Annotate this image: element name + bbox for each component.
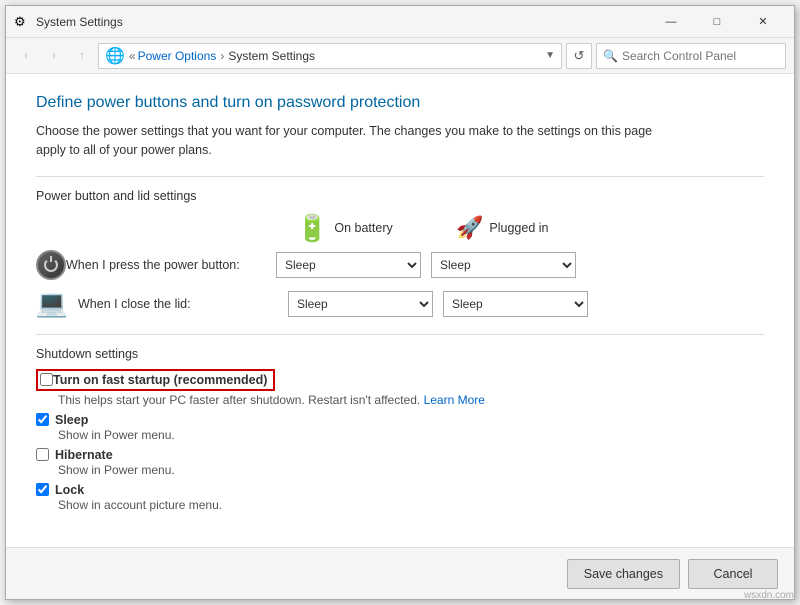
breadcrumb-separator: › — [220, 49, 224, 63]
power-button-battery-select[interactable]: Do nothing Sleep Hibernate Shut down — [276, 252, 421, 278]
breadcrumb-globe-icon: 🌐 — [105, 46, 125, 66]
sleep-description: Show in Power menu. — [58, 428, 764, 442]
power-button-plugged-select[interactable]: Do nothing Sleep Hibernate Shut down — [431, 252, 576, 278]
refresh-button[interactable]: ↺ — [566, 43, 592, 69]
fast-startup-description: This helps start your PC faster after sh… — [58, 393, 764, 407]
hibernate-label: Hibernate — [55, 448, 113, 462]
title-bar: ⚙ System Settings — □ ✕ — [6, 6, 794, 38]
search-bar: 🔍 — [596, 43, 786, 69]
header-plugged: 🚀 Plugged in — [456, 213, 616, 244]
power-button-row: When I press the power button: Do nothin… — [36, 250, 764, 280]
lid-row: 💻 When I close the lid: Do nothing Sleep… — [36, 288, 764, 320]
lid-dropdowns: Do nothing Sleep Hibernate Shut down Do … — [288, 291, 588, 317]
minimize-button[interactable]: — — [648, 6, 694, 38]
header-battery: 🔋 On battery — [296, 213, 456, 244]
lid-plugged-select[interactable]: Do nothing Sleep Hibernate Shut down — [443, 291, 588, 317]
window-title: System Settings — [36, 15, 648, 29]
header-plugged-label: Plugged in — [489, 221, 548, 235]
page-description: Choose the power settings that you want … — [36, 122, 676, 160]
content-area: Define power buttons and turn on passwor… — [6, 74, 794, 547]
address-bar: ‹ › ↑ 🌐 « Power Options › System Setting… — [6, 38, 794, 74]
forward-button[interactable]: › — [42, 44, 66, 68]
lid-icon: 💻 — [36, 288, 68, 319]
power-button-icon — [36, 250, 66, 280]
watermark: wsxdn.com — [744, 590, 794, 601]
lid-label: When I close the lid: — [78, 297, 288, 311]
lid-icon-container: 💻 — [36, 288, 68, 320]
breadcrumb-power-link[interactable]: Power Options — [138, 49, 217, 63]
power-button-dropdowns: Do nothing Sleep Hibernate Shut down Do … — [276, 252, 576, 278]
header-battery-label: On battery — [334, 221, 392, 235]
shutdown-section-label: Shutdown settings — [36, 347, 764, 361]
battery-icon: 🔋 — [296, 213, 328, 244]
lid-battery-select[interactable]: Do nothing Sleep Hibernate Shut down — [288, 291, 433, 317]
up-button[interactable]: ↑ — [70, 44, 94, 68]
plug-icon: 🚀 — [456, 215, 483, 241]
sleep-row: Sleep Show in Power menu. — [36, 413, 764, 442]
section-divider-shutdown — [36, 334, 764, 335]
power-icon-inner — [44, 258, 58, 272]
hibernate-description: Show in Power menu. — [58, 463, 764, 477]
section-divider-power — [36, 176, 764, 177]
lock-checkbox[interactable] — [36, 483, 49, 496]
cancel-button[interactable]: Cancel — [688, 559, 778, 589]
hibernate-row: Hibernate Show in Power menu. — [36, 448, 764, 477]
power-button-label: When I press the power button: — [66, 258, 276, 272]
main-window: ⚙ System Settings — □ ✕ ‹ › ↑ 🌐 « Power … — [5, 5, 795, 600]
section-label-power: Power button and lid settings — [36, 189, 764, 203]
breadcrumb-prefix: « — [129, 49, 136, 63]
sleep-label: Sleep — [55, 413, 88, 427]
fast-startup-container: Turn on fast startup (recommended) This … — [36, 369, 764, 407]
back-button[interactable]: ‹ — [14, 44, 38, 68]
title-bar-controls: — □ ✕ — [648, 6, 786, 38]
fast-startup-label: Turn on fast startup (recommended) — [53, 373, 267, 387]
search-input[interactable] — [622, 49, 779, 63]
sleep-checkbox[interactable] — [36, 413, 49, 426]
save-changes-button[interactable]: Save changes — [567, 559, 680, 589]
close-button[interactable]: ✕ — [740, 6, 786, 38]
page-heading: Define power buttons and turn on passwor… — [36, 94, 764, 112]
lock-row: Lock Show in account picture menu. — [36, 483, 764, 512]
shutdown-section: Shutdown settings Turn on fast startup (… — [36, 334, 764, 512]
breadcrumb-current: System Settings — [228, 49, 315, 63]
hibernate-checkbox[interactable] — [36, 448, 49, 461]
footer: Save changes Cancel — [6, 547, 794, 599]
search-icon: 🔍 — [603, 49, 618, 63]
lock-description: Show in account picture menu. — [58, 498, 764, 512]
power-table-header: 🔋 On battery 🚀 Plugged in — [296, 213, 764, 244]
lock-label: Lock — [55, 483, 84, 497]
maximize-button[interactable]: □ — [694, 6, 740, 38]
fast-startup-highlight: Turn on fast startup (recommended) — [36, 369, 275, 391]
breadcrumb-dropdown-button[interactable]: ▼ — [545, 50, 555, 61]
breadcrumb-bar: 🌐 « Power Options › System Settings ▼ — [98, 43, 562, 69]
window-icon: ⚙ — [14, 14, 30, 30]
fast-startup-checkbox[interactable] — [40, 373, 53, 386]
learn-more-link[interactable]: Learn More — [424, 393, 485, 407]
